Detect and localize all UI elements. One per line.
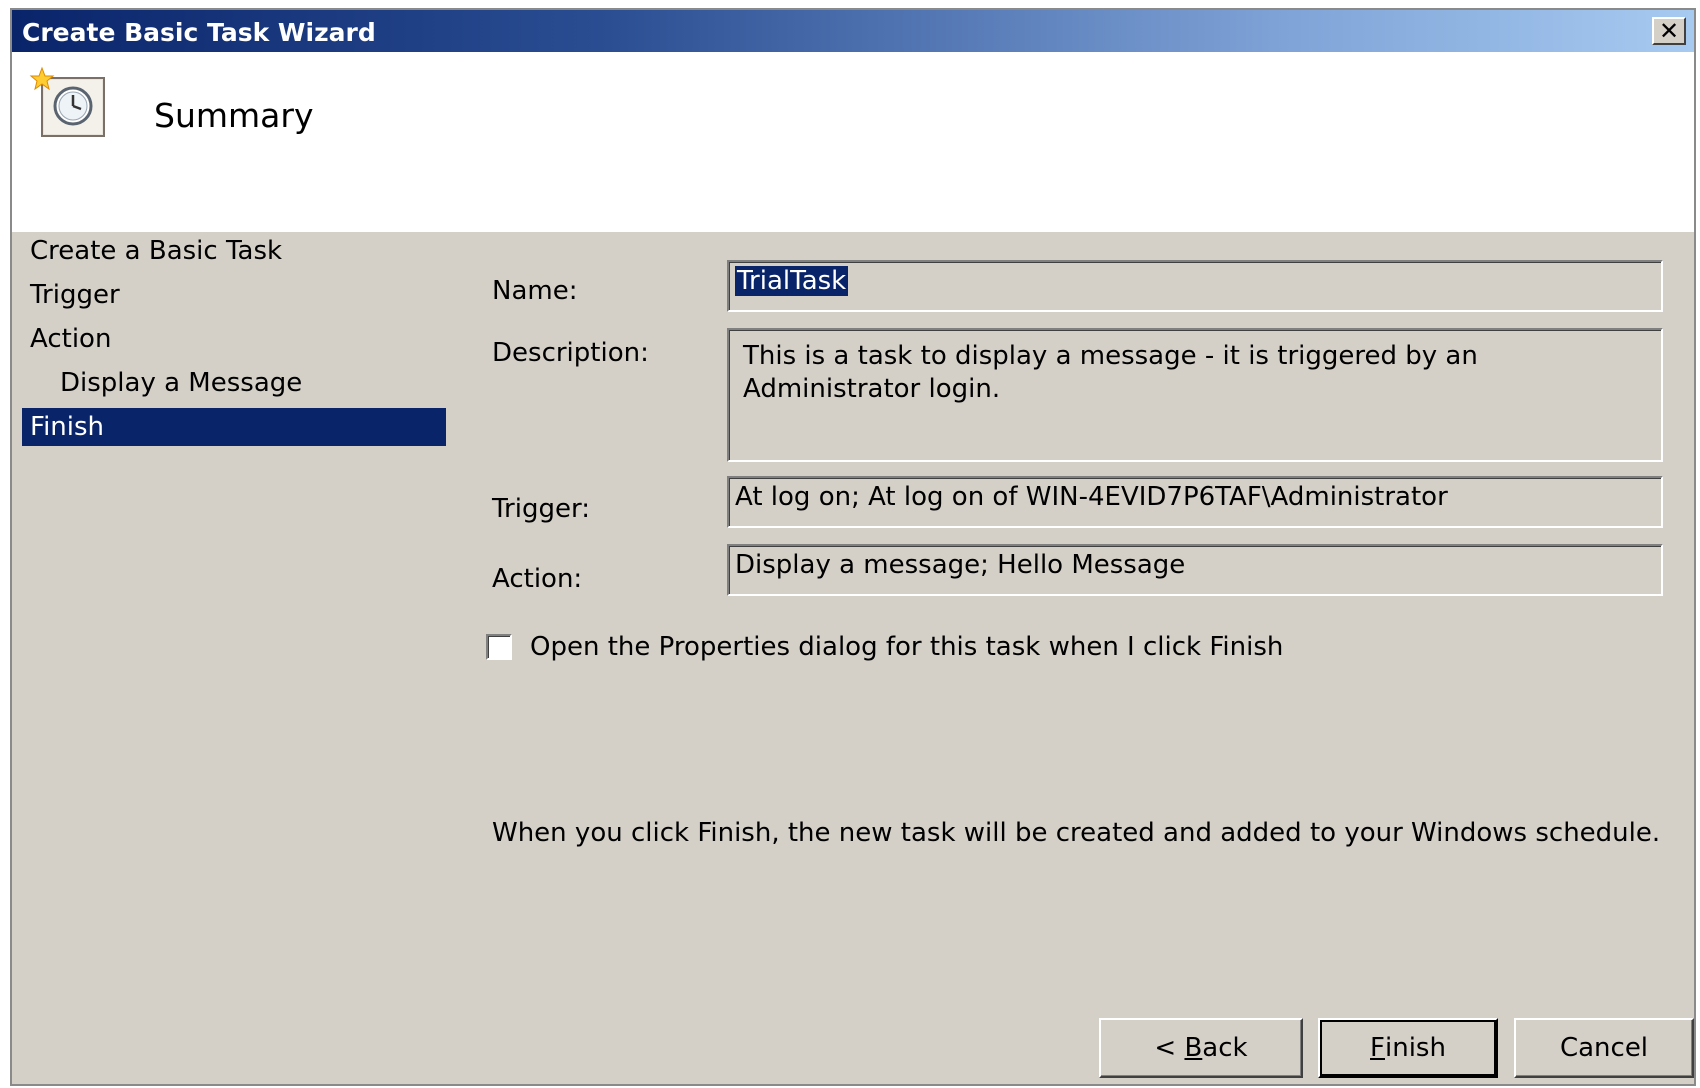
open-properties-option[interactable]: Open the Properties dialog for this task… (486, 632, 1283, 662)
wizard-header: Summary (12, 52, 1694, 232)
window-title: Create Basic Task Wizard (22, 18, 376, 47)
open-properties-checkbox[interactable] (486, 634, 512, 660)
page-title: Summary (154, 96, 314, 135)
finish-button-rest: inish (1385, 1033, 1446, 1063)
description-field[interactable]: This is a task to display a message - it… (727, 328, 1663, 462)
finish-info-text: When you click Finish, the new task will… (492, 818, 1661, 848)
finish-button[interactable]: Finish (1318, 1018, 1498, 1078)
finish-button-mnemonic: F (1370, 1033, 1385, 1063)
close-icon: ✕ (1658, 17, 1680, 45)
action-field[interactable]: Display a message; Hello Message (727, 544, 1663, 596)
step-create-basic-task[interactable]: Create a Basic Task (22, 232, 446, 270)
open-properties-label[interactable]: Open the Properties dialog for this task… (530, 632, 1283, 662)
wizard-window: Create Basic Task Wizard ✕ Summary Creat… (10, 8, 1696, 1086)
back-button-mnemonic: B (1184, 1033, 1203, 1063)
step-action[interactable]: Action (22, 320, 446, 358)
back-button-prefix: < (1154, 1033, 1185, 1063)
step-trigger[interactable]: Trigger (22, 276, 446, 314)
trigger-label: Trigger: (492, 494, 590, 524)
cancel-button[interactable]: Cancel (1514, 1018, 1694, 1078)
action-label: Action: (492, 564, 583, 594)
close-button[interactable]: ✕ (1652, 17, 1686, 45)
name-label: Name: (492, 276, 578, 306)
back-button-rest: ack (1202, 1033, 1248, 1063)
description-label: Description: (492, 338, 649, 368)
name-field-value: TrialTask (735, 266, 849, 296)
trigger-field[interactable]: At log on; At log on of WIN-4EVID7P6TAF\… (727, 476, 1663, 528)
step-display-a-message[interactable]: Display a Message (22, 364, 446, 402)
name-field[interactable]: TrialTask (727, 260, 1663, 312)
title-bar[interactable]: Create Basic Task Wizard ✕ (12, 10, 1694, 52)
step-finish[interactable]: Finish (22, 408, 446, 446)
scheduled-task-clock-icon (29, 66, 105, 137)
back-button[interactable]: < Back (1099, 1018, 1303, 1078)
